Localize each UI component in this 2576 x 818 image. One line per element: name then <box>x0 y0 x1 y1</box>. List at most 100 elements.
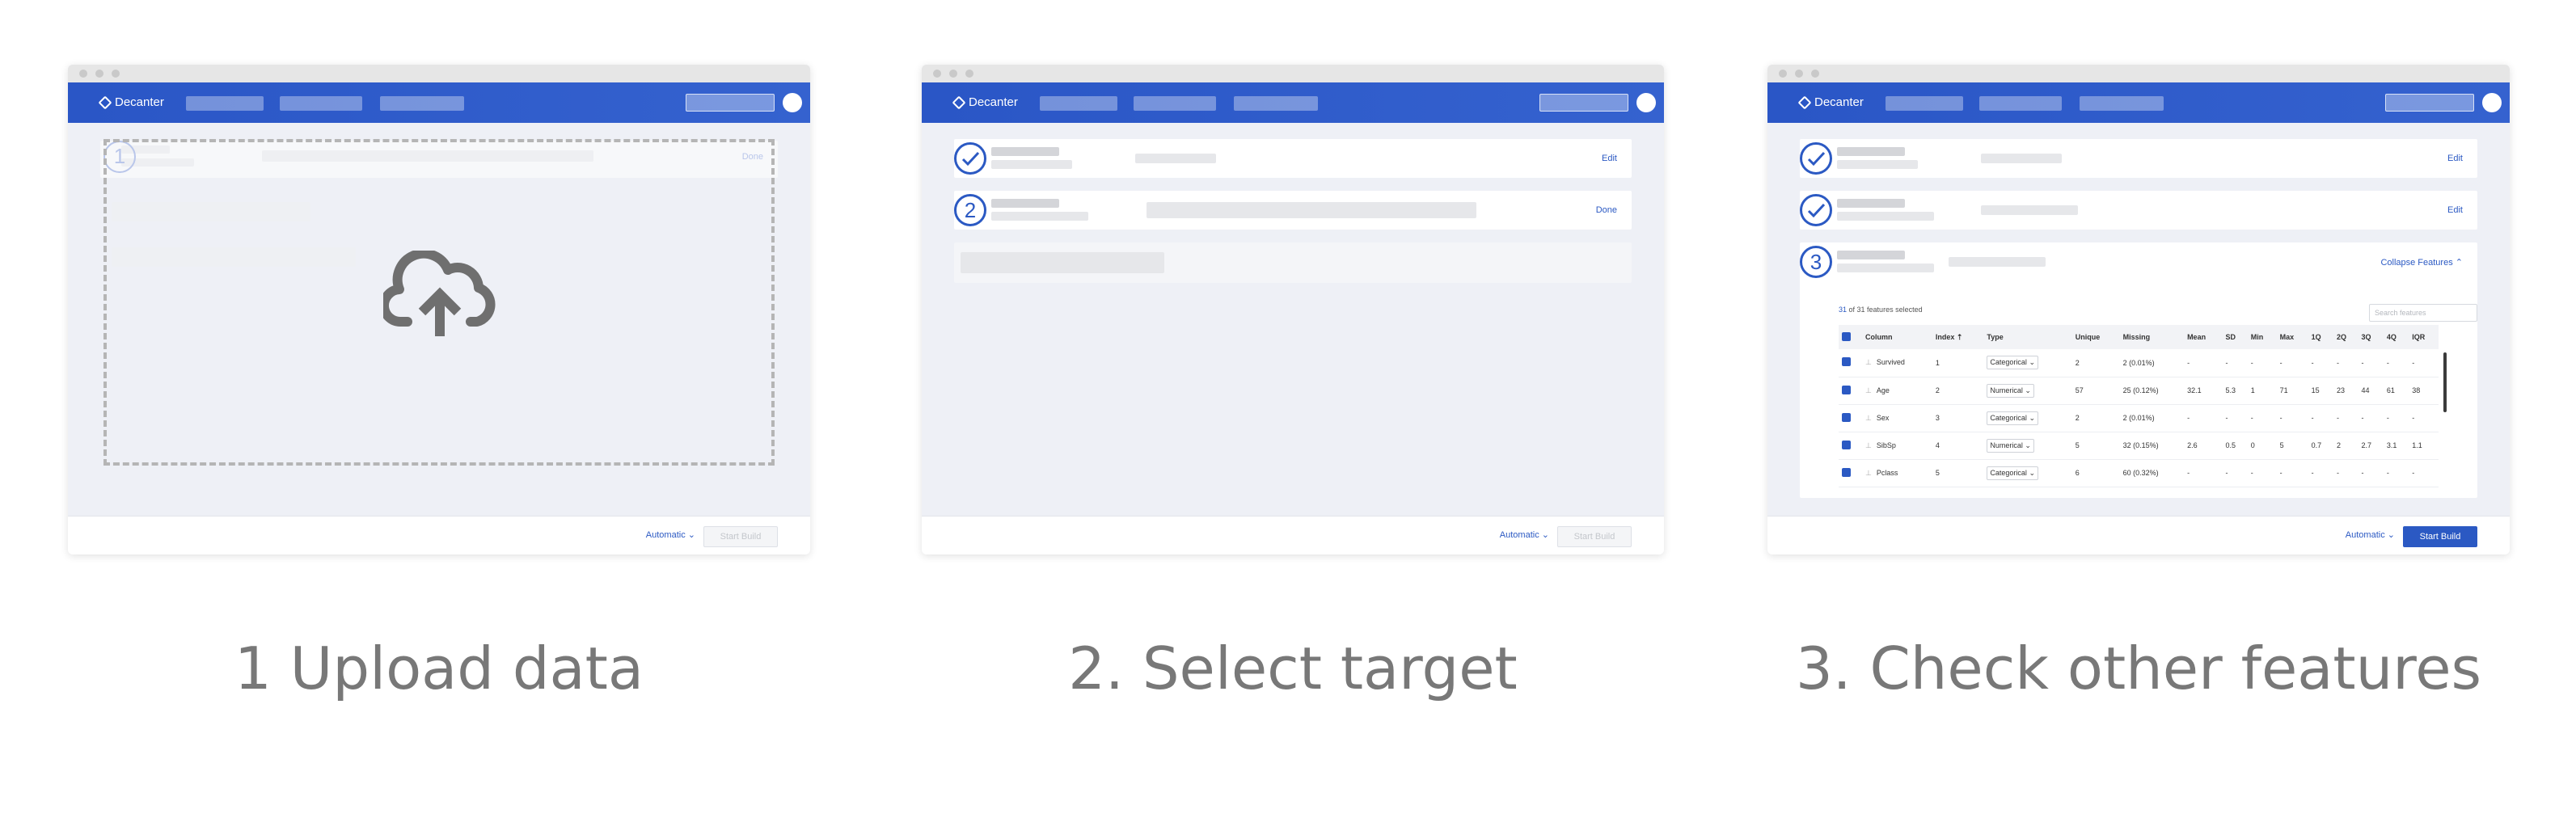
column-header[interactable]: Missing <box>2119 325 2185 349</box>
avatar[interactable] <box>1636 93 1656 112</box>
table-cell-q2: 2 <box>2333 432 2359 460</box>
mode-dropdown[interactable]: Automatic ⌄ <box>646 529 695 540</box>
select-all-checkbox-cell[interactable] <box>1839 325 1863 349</box>
table-cell-q4: - <box>2383 404 2409 432</box>
select-all-checkbox[interactable] <box>1842 331 1851 341</box>
app-logo[interactable]: Decanter <box>1797 95 1864 109</box>
type-select[interactable]: Categorical ⌄ <box>1987 356 2038 370</box>
row-checkbox[interactable] <box>1842 357 1851 367</box>
column-header[interactable]: Max <box>2276 325 2308 349</box>
start-build-button[interactable]: Start Build <box>1557 526 1632 547</box>
app-logo[interactable]: Decanter <box>98 95 164 109</box>
table-row[interactable]: ⊥ Age 2 Numerical ⌄ 57 25 (0.12%) 32.1 5.3 1 71 15… <box>1839 377 2439 405</box>
app-logo[interactable]: Decanter <box>952 95 1018 109</box>
window-minimize-dot[interactable] <box>949 70 957 78</box>
table-cell-iqr: - <box>2409 349 2439 377</box>
column-header[interactable]: 4Q <box>2383 325 2409 349</box>
window-maximize-dot[interactable] <box>112 70 120 78</box>
type-select[interactable]: Numerical ⌄ <box>1987 383 2034 398</box>
row-checkbox-cell[interactable] <box>1839 349 1863 377</box>
search-features-input[interactable]: Search features <box>2369 304 2477 322</box>
nav-item-placeholder[interactable] <box>1979 96 2062 111</box>
row-checkbox-cell[interactable] <box>1839 459 1863 487</box>
window-minimize-dot[interactable] <box>95 70 103 78</box>
table-row[interactable]: ⊥ Survived 1 Categorical ⌄ 2 2 (0.01%) - - - - - - -… <box>1839 349 2439 377</box>
column-header[interactable]: 2Q <box>2333 325 2359 349</box>
table-cell-min: 1 <box>2247 377 2277 405</box>
type-select-cell[interactable]: Numerical ⌄ <box>1983 377 2072 405</box>
table-row[interactable]: ⊥ Pclass 5 Categorical ⌄ 6 60 (0.32%) - - - - - - - -… <box>1839 459 2439 487</box>
type-select-cell[interactable]: Categorical ⌄ <box>1983 459 2072 487</box>
table-cell-iqr: - <box>2409 404 2439 432</box>
table-row[interactable]: ⊥ Sex 3 Categorical ⌄ 2 2 (0.01%) - - - - - - - - - <box>1839 404 2439 432</box>
column-header[interactable]: Min <box>2247 325 2277 349</box>
cloud-upload-icon[interactable] <box>383 251 496 339</box>
nav-item-placeholder[interactable] <box>1234 96 1318 111</box>
row-checkbox-cell[interactable] <box>1839 404 1863 432</box>
nav-item-placeholder[interactable] <box>1040 96 1117 111</box>
column-header[interactable]: SD <box>2222 325 2248 349</box>
window-minimize-dot[interactable] <box>1795 70 1803 78</box>
window-maximize-dot[interactable] <box>1811 70 1819 78</box>
window-maximize-dot[interactable] <box>965 70 973 78</box>
nav-item-placeholder[interactable] <box>1134 96 1216 111</box>
avatar[interactable] <box>2482 93 2502 112</box>
column-header[interactable]: Column <box>1862 325 1932 349</box>
nav-search-box[interactable] <box>2385 94 2474 112</box>
table-scrollbar[interactable] <box>2443 352 2447 412</box>
table-cell-unique: 2 <box>2071 404 2120 432</box>
column-header[interactable]: Index ⇡ <box>1932 325 1984 349</box>
nav-item-placeholder[interactable] <box>1886 96 1963 111</box>
mode-dropdown[interactable]: Automatic ⌄ <box>2346 529 2395 540</box>
row-checkbox-cell[interactable] <box>1839 377 1863 405</box>
row-checkbox[interactable] <box>1842 412 1851 422</box>
window-close-dot[interactable] <box>1779 70 1787 78</box>
mode-dropdown[interactable]: Automatic ⌄ <box>1500 529 1549 540</box>
nav-item-placeholder[interactable] <box>186 96 264 111</box>
row-checkbox[interactable] <box>1842 467 1851 477</box>
type-select-cell[interactable]: Numerical ⌄ <box>1983 432 2072 460</box>
collapse-features-link[interactable]: Collapse Features ⌃ <box>2380 257 2463 268</box>
window-close-dot[interactable] <box>79 70 87 78</box>
type-select-cell[interactable]: Categorical ⌄ <box>1983 349 2072 377</box>
nav-item-placeholder[interactable] <box>280 96 362 111</box>
table-cell-q4: - <box>2383 459 2409 487</box>
table-header-row: Column Index ⇡ Type Unique Missing Mean … <box>1839 325 2439 349</box>
chevron-up-icon: ⌃ <box>2455 258 2463 268</box>
column-header[interactable]: Mean <box>2184 325 2223 349</box>
start-build-button[interactable]: Start Build <box>2403 526 2477 547</box>
table-cell-missing: 2 (0.01%) <box>2119 349 2185 377</box>
edit-link[interactable]: Edit <box>2447 154 2463 163</box>
nav-search-box[interactable] <box>1539 94 1628 112</box>
chevron-down-icon: ⌄ <box>2029 413 2035 422</box>
bar-chart-icon: ⊥ <box>1865 358 1872 367</box>
column-header[interactable]: IQR <box>2409 325 2439 349</box>
type-select[interactable]: Categorical ⌄ <box>1987 411 2038 425</box>
start-build-button[interactable]: Start Build <box>703 526 778 547</box>
table-row[interactable]: ⊥ SibSp 4 Numerical ⌄ 5 32 (0.15%) 2.6 0.5 0 5 0.7… <box>1839 432 2439 460</box>
nav-item-placeholder[interactable] <box>2080 96 2164 111</box>
edit-link[interactable]: Edit <box>2447 205 2463 215</box>
row-checkbox[interactable] <box>1842 385 1851 394</box>
window-close-dot[interactable] <box>933 70 941 78</box>
nav-search-box[interactable] <box>686 94 775 112</box>
type-select[interactable]: Numerical ⌄ <box>1987 438 2034 453</box>
card-step-3-collapsed[interactable] <box>954 242 1632 283</box>
bar-chart-icon: ⊥ <box>1865 413 1872 422</box>
row-checkbox[interactable] <box>1842 440 1851 449</box>
type-select[interactable]: Categorical ⌄ <box>1987 466 2038 480</box>
row-checkbox-cell[interactable] <box>1839 432 1863 460</box>
column-header[interactable]: Type <box>1983 325 2072 349</box>
table-cell-missing: 25 (0.12%) <box>2119 377 2185 405</box>
nav-item-placeholder[interactable] <box>380 96 464 111</box>
done-link[interactable]: Done <box>1596 205 1617 215</box>
column-header[interactable]: 1Q <box>2308 325 2333 349</box>
avatar[interactable] <box>783 93 802 112</box>
column-header[interactable]: Unique <box>2071 325 2120 349</box>
edit-link[interactable]: Edit <box>1602 154 1617 163</box>
table-cell-iqr: - <box>2409 459 2439 487</box>
top-navbar: Decanter <box>68 82 810 123</box>
type-select-cell[interactable]: Categorical ⌄ <box>1983 404 2072 432</box>
build-footer: Automatic ⌄ Start Build <box>68 516 810 554</box>
column-header[interactable]: 3Q <box>2358 325 2384 349</box>
